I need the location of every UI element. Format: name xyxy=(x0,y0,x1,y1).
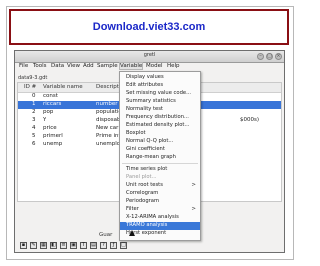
cell-name: const xyxy=(43,93,58,99)
cell-desc-overflow: $000s) xyxy=(240,117,260,123)
close-icon[interactable]: × xyxy=(275,53,282,60)
menu-file[interactable]: File xyxy=(19,63,28,69)
menu-data[interactable]: Data xyxy=(51,63,64,69)
menu-item-tramo-analysis[interactable]: TRAMO analysis xyxy=(120,222,200,230)
cell-name: primerl xyxy=(43,133,63,139)
console-icon[interactable]: ▣ xyxy=(70,242,77,249)
bottom-toolbar: ▪ ✎ ▦ ◧ ≡ ▣ T ▤ ? ƒ □ xyxy=(17,241,282,252)
submenu-arrow-icon: > xyxy=(191,206,196,212)
mouse-cursor-icon xyxy=(129,230,135,236)
cell-name: price xyxy=(43,125,57,131)
menu-variable[interactable]: Variable xyxy=(118,62,144,70)
edit-icon[interactable]: ✎ xyxy=(30,242,37,249)
menu-item-panel-plot: Panel plot... xyxy=(126,174,157,180)
maximize-icon[interactable]: □ xyxy=(266,53,273,60)
menu-item-time-series-plot[interactable]: Time series plot xyxy=(120,166,200,174)
menu-item-range-mean[interactable]: Range-mean graph xyxy=(120,154,200,162)
cell-id: 2 xyxy=(32,109,36,115)
menu-help[interactable]: Help xyxy=(167,63,180,69)
cell-id: 0 xyxy=(32,93,36,99)
menu-sample[interactable]: Sample xyxy=(97,63,118,69)
submenu-arrow-icon: > xyxy=(191,182,196,188)
function-icon[interactable]: ƒ xyxy=(110,242,117,249)
col-name-header[interactable]: Variable name xyxy=(43,84,83,90)
script-icon[interactable]: ≡ xyxy=(60,242,67,249)
menu-item-x12-arima[interactable]: X-12-ARIMA analysis xyxy=(120,214,200,222)
menu-item-unit-root-tests[interactable]: Unit root tests > xyxy=(120,182,200,190)
col-desc-header[interactable]: Descripti xyxy=(96,84,120,90)
menu-item-display-values[interactable]: Display values xyxy=(120,74,200,82)
menu-item-correlogram[interactable]: Correlogram xyxy=(120,190,200,198)
window-icon[interactable]: □ xyxy=(120,242,127,249)
menu-item-filter[interactable]: Filter > xyxy=(120,206,200,214)
cell-name: Y xyxy=(43,117,47,123)
menu-item-qq-plot[interactable]: Normal Q-Q plot... xyxy=(120,138,200,146)
terminal-icon[interactable]: ▪ xyxy=(20,242,27,249)
cell-name: pop xyxy=(43,109,54,115)
cell-name: unemp xyxy=(43,141,63,147)
menu-item-frequency-distribution[interactable]: Frequency distribution... xyxy=(120,114,200,122)
menu-item-edit-attributes[interactable]: Edit attributes xyxy=(120,82,200,90)
menu-item-density-plot[interactable]: Estimated density plot... xyxy=(120,122,200,130)
status-text: Guar xyxy=(99,232,113,238)
cell-name: riccars xyxy=(43,101,62,107)
menu-model[interactable]: Model xyxy=(146,63,163,69)
menu-item-summary-statistics[interactable]: Summary statistics xyxy=(120,98,200,106)
cell-id: 4 xyxy=(32,125,36,131)
text-icon[interactable]: T xyxy=(80,242,87,249)
menu-item-set-missing-value[interactable]: Set missing value code... xyxy=(120,90,200,98)
menu-item-periodogram[interactable]: Periodogram xyxy=(120,198,200,206)
cell-id: 5 xyxy=(32,133,36,139)
session-icon[interactable]: ◧ xyxy=(50,242,57,249)
menu-add[interactable]: Add xyxy=(83,63,94,69)
menu-view[interactable]: View xyxy=(67,63,80,69)
cell-id: 1 xyxy=(32,101,36,107)
help-icon[interactable]: ? xyxy=(100,242,107,249)
minimize-icon[interactable]: – xyxy=(257,53,264,60)
menu-item-boxplot[interactable]: Boxplot xyxy=(120,130,200,138)
menu-item-normality-test[interactable]: Normality test xyxy=(120,106,200,114)
watermark-banner: Download.viet33.com xyxy=(9,9,289,45)
banner-text: Download.viet33.com xyxy=(92,21,206,33)
menu-separator xyxy=(122,163,198,164)
cell-id: 6 xyxy=(32,141,36,147)
window-title: gretl xyxy=(143,52,156,58)
menu-tools[interactable]: Tools xyxy=(33,63,47,69)
variable-menu-dropdown: Display values Edit attributes Set missi… xyxy=(119,71,201,241)
col-id-header[interactable]: ID # xyxy=(24,84,36,90)
calculator-icon[interactable]: ▦ xyxy=(40,242,47,249)
cell-id: 3 xyxy=(32,117,36,123)
dataset-filename: data9-3.gdt xyxy=(18,75,48,81)
menu-item-gini[interactable]: Gini coefficient xyxy=(120,146,200,154)
chart-icon[interactable]: ▤ xyxy=(90,242,97,249)
